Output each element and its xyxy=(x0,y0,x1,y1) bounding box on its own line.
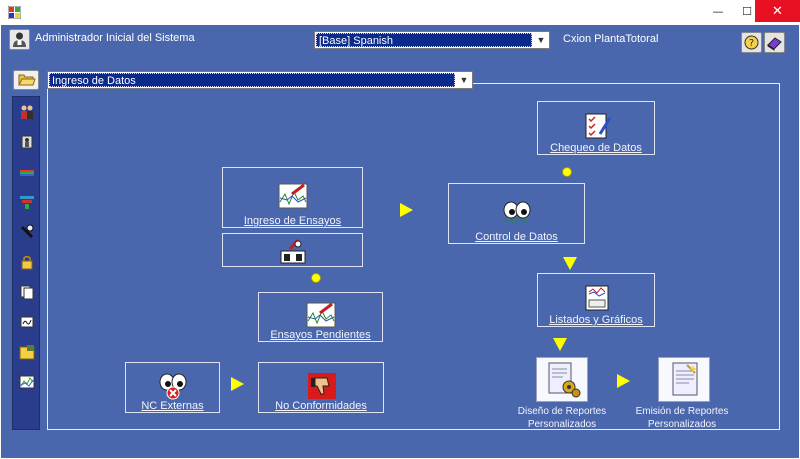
open-folder-button[interactable] xyxy=(13,70,39,90)
user-button[interactable] xyxy=(9,29,30,50)
folder-icon xyxy=(18,74,36,86)
module-select[interactable]: Ingreso de Datos ▼ xyxy=(47,71,473,89)
folder-yellow-icon[interactable] xyxy=(19,344,35,360)
signature-icon[interactable] xyxy=(19,314,35,330)
nc-externas-node[interactable]: NC Externas xyxy=(125,362,220,413)
diseno-reportes-label-line1: Diseño de Reportes xyxy=(517,406,607,417)
network-icon[interactable] xyxy=(19,194,35,210)
ensayos-pendientes-label[interactable]: Ensayos Pendientes xyxy=(259,329,382,341)
connector-dot xyxy=(562,167,572,177)
eyes-error-icon xyxy=(159,373,187,400)
connection-label: Cxion PlantaTotoral xyxy=(563,33,659,45)
report-gears-icon xyxy=(548,362,581,398)
help-icon: ? xyxy=(744,35,759,50)
app-icon xyxy=(8,6,21,19)
no-conformidades-label[interactable]: No Conformidades xyxy=(259,400,383,412)
thumbs-down-icon xyxy=(308,373,336,399)
ingreso-de-ensayos-label[interactable]: Ingreso de Ensayos xyxy=(223,215,362,227)
ensayos-pendientes-node[interactable]: Ensayos Pendientes xyxy=(258,292,383,342)
arrow-down-icon xyxy=(553,338,567,351)
lab-equipment-icon xyxy=(280,239,306,264)
user-icon xyxy=(13,32,26,47)
close-button[interactable]: ✕ xyxy=(755,0,800,22)
documents-icon[interactable] xyxy=(19,284,35,300)
color-bars-icon[interactable] xyxy=(19,164,35,180)
lab-equipment-node[interactable] xyxy=(222,233,363,267)
lock-icon[interactable] xyxy=(19,254,35,270)
emision-reportes-label-line2: Personalizados xyxy=(647,419,717,430)
emision-reportes-button[interactable] xyxy=(658,357,710,402)
minimize-button[interactable]: — xyxy=(704,0,732,22)
arrow-right-icon xyxy=(231,377,244,391)
eyes-icon xyxy=(503,201,531,224)
people-icon[interactable] xyxy=(19,104,35,120)
diseno-reportes-label-line2: Personalizados xyxy=(527,419,597,430)
module-selected-value: Ingreso de Datos xyxy=(49,73,455,87)
svg-text:?: ? xyxy=(749,38,754,49)
language-select[interactable]: [Base] Spanish ▼ xyxy=(314,31,550,49)
manual-button[interactable] xyxy=(764,32,785,53)
arrow-right-icon xyxy=(617,374,630,388)
checklist-icon xyxy=(585,113,612,139)
user-label: Administrador Inicial del Sistema xyxy=(35,32,195,44)
tools-icon[interactable] xyxy=(19,224,35,240)
diseno-reportes-button[interactable] xyxy=(536,357,588,402)
help-button[interactable]: ? xyxy=(741,32,762,53)
diseno-reportes-label[interactable]: Diseño de Reportes Personalizados xyxy=(510,405,614,431)
arrow-down-icon xyxy=(563,257,577,270)
emision-reportes-label-line1: Emisión de Reportes xyxy=(635,406,729,417)
title-bar: — ☐ ✕ xyxy=(0,0,800,25)
ingreso-de-ensayos-node[interactable]: Ingreso de Ensayos xyxy=(222,167,363,228)
chequeo-de-datos-node[interactable]: Chequeo de Datos xyxy=(537,101,655,155)
listados-y-graficos-label[interactable]: Listados y Gráficos xyxy=(538,314,654,326)
panel-top-border xyxy=(473,83,780,84)
emision-reportes-label[interactable]: Emisión de Reportes Personalizados xyxy=(628,405,736,431)
chevron-down-icon[interactable]: ▼ xyxy=(458,74,470,86)
connector-dot xyxy=(311,273,321,283)
person-icon[interactable] xyxy=(19,134,35,150)
control-de-datos-node[interactable]: Control de Datos xyxy=(448,183,585,244)
report-sparkle-icon xyxy=(672,362,698,396)
control-de-datos-label[interactable]: Control de Datos xyxy=(449,231,584,243)
chevron-down-icon[interactable]: ▼ xyxy=(535,34,547,46)
no-conformidades-node[interactable]: No Conformidades xyxy=(258,362,384,413)
arrow-right-icon xyxy=(400,203,413,217)
listados-y-graficos-node[interactable]: Listados y Gráficos xyxy=(537,273,655,327)
book-icon xyxy=(767,37,782,51)
graph-pen-icon xyxy=(306,302,336,328)
language-selected-value: [Base] Spanish xyxy=(316,33,532,47)
chart-icon[interactable] xyxy=(19,374,35,390)
graph-pen-icon xyxy=(278,183,308,209)
chequeo-de-datos-label[interactable]: Chequeo de Datos xyxy=(538,142,654,154)
left-toolbar xyxy=(12,96,40,430)
nc-externas-label[interactable]: NC Externas xyxy=(126,400,219,412)
report-chart-icon xyxy=(585,285,609,311)
